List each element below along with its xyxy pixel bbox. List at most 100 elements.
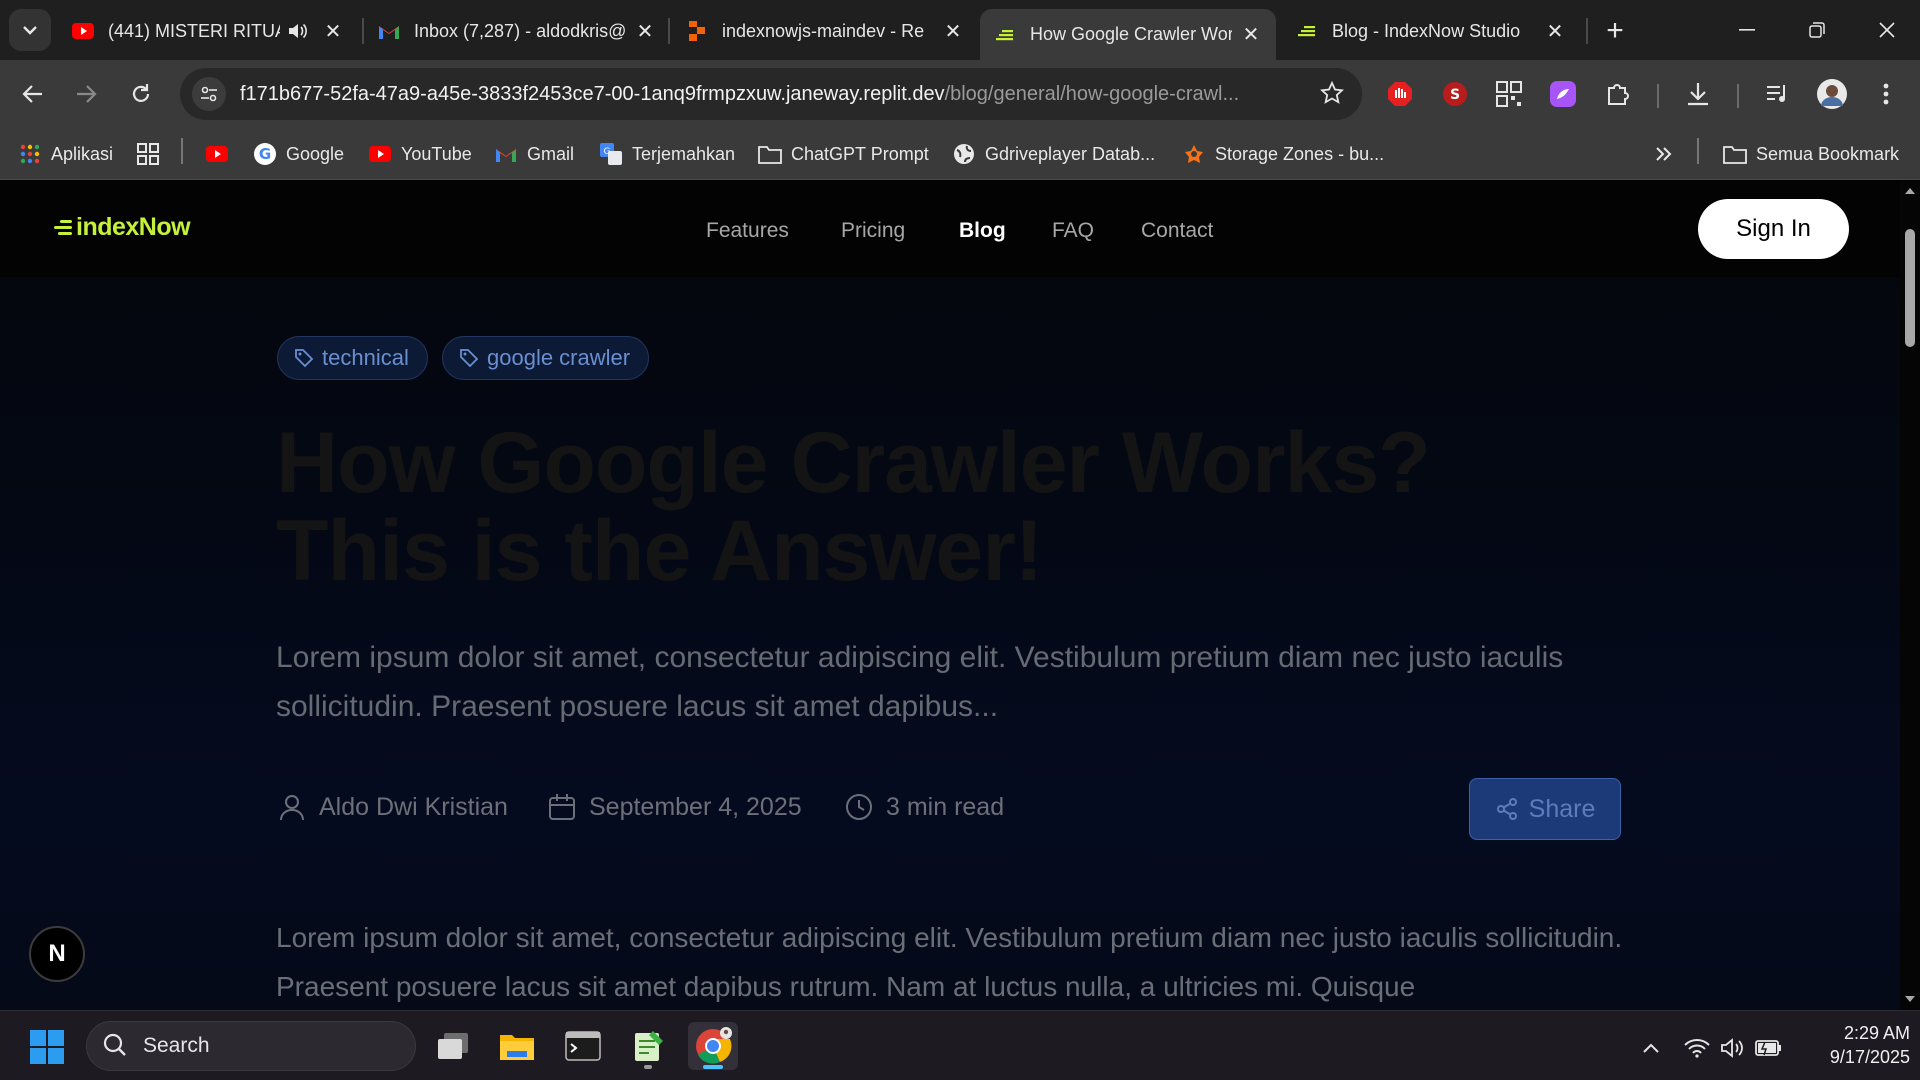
windows-logo-pane bbox=[30, 1048, 46, 1064]
tab-active-article[interactable]: How Google Crawler Wor ✕ bbox=[980, 9, 1276, 60]
windows-taskbar: Search 2:29 AM 9/17/2025 bbox=[0, 1010, 1920, 1080]
purple-extension-icon[interactable] bbox=[1545, 76, 1581, 112]
tab-separator bbox=[1586, 18, 1588, 44]
close-tab-icon[interactable]: ✕ bbox=[634, 20, 656, 43]
bookmark-chatgpt-prompt[interactable]: ChatGPT Prompt bbox=[758, 140, 929, 168]
tab-youtube[interactable]: (441) MISTERI RITUAL ✕ bbox=[58, 10, 358, 52]
bookmark-grid[interactable] bbox=[136, 140, 169, 168]
nav-features[interactable]: Features bbox=[706, 219, 789, 243]
show-hidden-icons-chevron-up-icon[interactable] bbox=[1636, 1033, 1666, 1063]
wifi-icon[interactable] bbox=[1682, 1033, 1712, 1063]
site-logo[interactable]: indexNow bbox=[54, 213, 191, 242]
notepad-app-button[interactable] bbox=[623, 1022, 673, 1070]
tag-technical[interactable]: technical bbox=[277, 336, 428, 380]
apps-grid-icon bbox=[18, 142, 42, 166]
close-tab-icon[interactable]: ✕ bbox=[942, 20, 964, 43]
restore-button[interactable] bbox=[1792, 10, 1842, 50]
active-indicator bbox=[703, 1065, 723, 1069]
download-icon[interactable] bbox=[1680, 76, 1716, 112]
extensions-puzzle-icon[interactable] bbox=[1600, 76, 1636, 112]
minimize-button[interactable] bbox=[1722, 10, 1772, 50]
new-tab-button[interactable]: + bbox=[1598, 14, 1632, 48]
tag-icon bbox=[294, 348, 314, 368]
folder-icon bbox=[1723, 142, 1747, 166]
bookmark-google[interactable]: G Google bbox=[253, 140, 344, 168]
chrome-icon bbox=[696, 1027, 732, 1064]
bookmark-translate[interactable]: G Terjemahkan bbox=[599, 140, 735, 168]
tag-label: technical bbox=[322, 345, 409, 370]
media-controls-icon[interactable] bbox=[1760, 76, 1796, 112]
bookmark-storage-zones[interactable]: Storage Zones - bu... bbox=[1182, 140, 1384, 168]
url-text[interactable]: f171b677-52fa-47a9-a45e-3833f2453ce7-00-… bbox=[240, 83, 1300, 106]
taskbar-search-box[interactable]: Search bbox=[86, 1021, 416, 1071]
scroll-up-arrow-icon[interactable] bbox=[1903, 185, 1917, 197]
url-host: f171b677-52fa-47a9-a45e-3833f2453ce7-00-… bbox=[240, 82, 945, 105]
scroll-down-arrow-icon[interactable] bbox=[1903, 993, 1917, 1005]
bookmark-youtube-icon-only[interactable] bbox=[205, 140, 238, 168]
close-tab-icon[interactable]: ✕ bbox=[1544, 20, 1566, 43]
tag-google-crawler[interactable]: google crawler bbox=[442, 336, 650, 380]
bookmark-label: Aplikasi bbox=[51, 143, 114, 164]
article-date: September 4, 2025 bbox=[547, 789, 802, 825]
nav-faq[interactable]: FAQ bbox=[1052, 219, 1094, 243]
speaker-icon[interactable] bbox=[286, 20, 308, 42]
more-bookmarks-button[interactable] bbox=[1652, 140, 1685, 168]
tab-separator bbox=[668, 18, 670, 44]
page-scrollbar[interactable] bbox=[1900, 181, 1920, 1010]
nav-blog[interactable]: Blog bbox=[959, 219, 1006, 243]
sign-in-button[interactable]: Sign In bbox=[1698, 199, 1849, 259]
forward-button[interactable] bbox=[66, 74, 106, 114]
qr-code-extension-icon[interactable] bbox=[1491, 76, 1527, 112]
share-button[interactable]: Share bbox=[1469, 778, 1621, 840]
tab-gmail[interactable]: Inbox (7,287) - aldodkris@ ✕ bbox=[364, 10, 670, 52]
profile-avatar[interactable] bbox=[1814, 76, 1850, 112]
back-button[interactable] bbox=[13, 74, 53, 114]
arrow-left-icon bbox=[22, 85, 42, 103]
task-view-button[interactable] bbox=[428, 1022, 478, 1070]
address-bar[interactable]: f171b677-52fa-47a9-a45e-3833f2453ce7-00-… bbox=[180, 68, 1362, 120]
site-settings-icon[interactable] bbox=[192, 77, 226, 111]
close-tab-icon[interactable]: ✕ bbox=[322, 20, 344, 43]
folder-icon bbox=[758, 142, 782, 166]
bookmark-gmail[interactable]: Gmail bbox=[494, 140, 574, 168]
menu-kebab-icon[interactable] bbox=[1868, 76, 1904, 112]
grid-icon bbox=[136, 142, 160, 166]
nav-contact[interactable]: Contact bbox=[1141, 219, 1213, 243]
battery-icon[interactable] bbox=[1754, 1033, 1784, 1063]
close-window-button[interactable] bbox=[1862, 10, 1912, 50]
nav-pricing[interactable]: Pricing bbox=[841, 219, 905, 243]
seo-extension-icon[interactable]: S bbox=[1437, 76, 1473, 112]
folder-icon bbox=[500, 1035, 534, 1060]
bookmarks-bar: Aplikasi G Google YouTube Gmail G Terjem… bbox=[0, 128, 1920, 180]
bookmark-youtube[interactable]: YouTube bbox=[368, 140, 472, 168]
adblock-extension-icon[interactable] bbox=[1382, 76, 1418, 112]
reload-button[interactable] bbox=[121, 74, 161, 114]
scrollbar-thumb[interactable] bbox=[1905, 229, 1915, 347]
bookmark-label: Gdriveplayer Datab... bbox=[985, 143, 1156, 164]
tab-title: Blog - IndexNow Studio bbox=[1332, 20, 1521, 41]
bookmark-apps[interactable]: Aplikasi bbox=[18, 140, 113, 168]
bookmark-label: ChatGPT Prompt bbox=[791, 143, 929, 164]
gmail-icon bbox=[378, 20, 400, 42]
taskbar-clock[interactable]: 2:29 AM 9/17/2025 bbox=[1790, 1021, 1910, 1069]
bookmark-label: Google bbox=[286, 143, 345, 164]
running-indicator bbox=[644, 1065, 652, 1069]
nextjs-dev-badge[interactable]: N bbox=[29, 926, 85, 982]
all-bookmarks-button[interactable]: Semua Bookmark bbox=[1723, 140, 1899, 168]
volume-icon[interactable] bbox=[1718, 1033, 1748, 1063]
indexnow-icon bbox=[1296, 20, 1318, 42]
file-explorer-button[interactable] bbox=[492, 1022, 542, 1070]
tab-replit[interactable]: indexnowjs-maindev - Re ✕ bbox=[672, 10, 978, 52]
youtube-icon bbox=[368, 142, 392, 166]
bookmark-star-icon[interactable] bbox=[1319, 80, 1345, 110]
svg-text:G: G bbox=[604, 147, 611, 157]
terminal-button[interactable] bbox=[558, 1022, 608, 1070]
chrome-app-button[interactable] bbox=[688, 1022, 738, 1070]
site-header: indexNow Features Pricing Blog FAQ Conta… bbox=[0, 181, 1900, 277]
tab-search-button[interactable] bbox=[9, 9, 51, 51]
close-tab-icon[interactable]: ✕ bbox=[1240, 24, 1262, 46]
windows-start-button[interactable] bbox=[30, 1030, 64, 1064]
tab-blog[interactable]: Blog - IndexNow Studio ✕ bbox=[1282, 10, 1580, 52]
bookmark-gdriveplayer[interactable]: Gdriveplayer Datab... bbox=[952, 140, 1155, 168]
bookmark-label: Gmail bbox=[527, 143, 575, 164]
